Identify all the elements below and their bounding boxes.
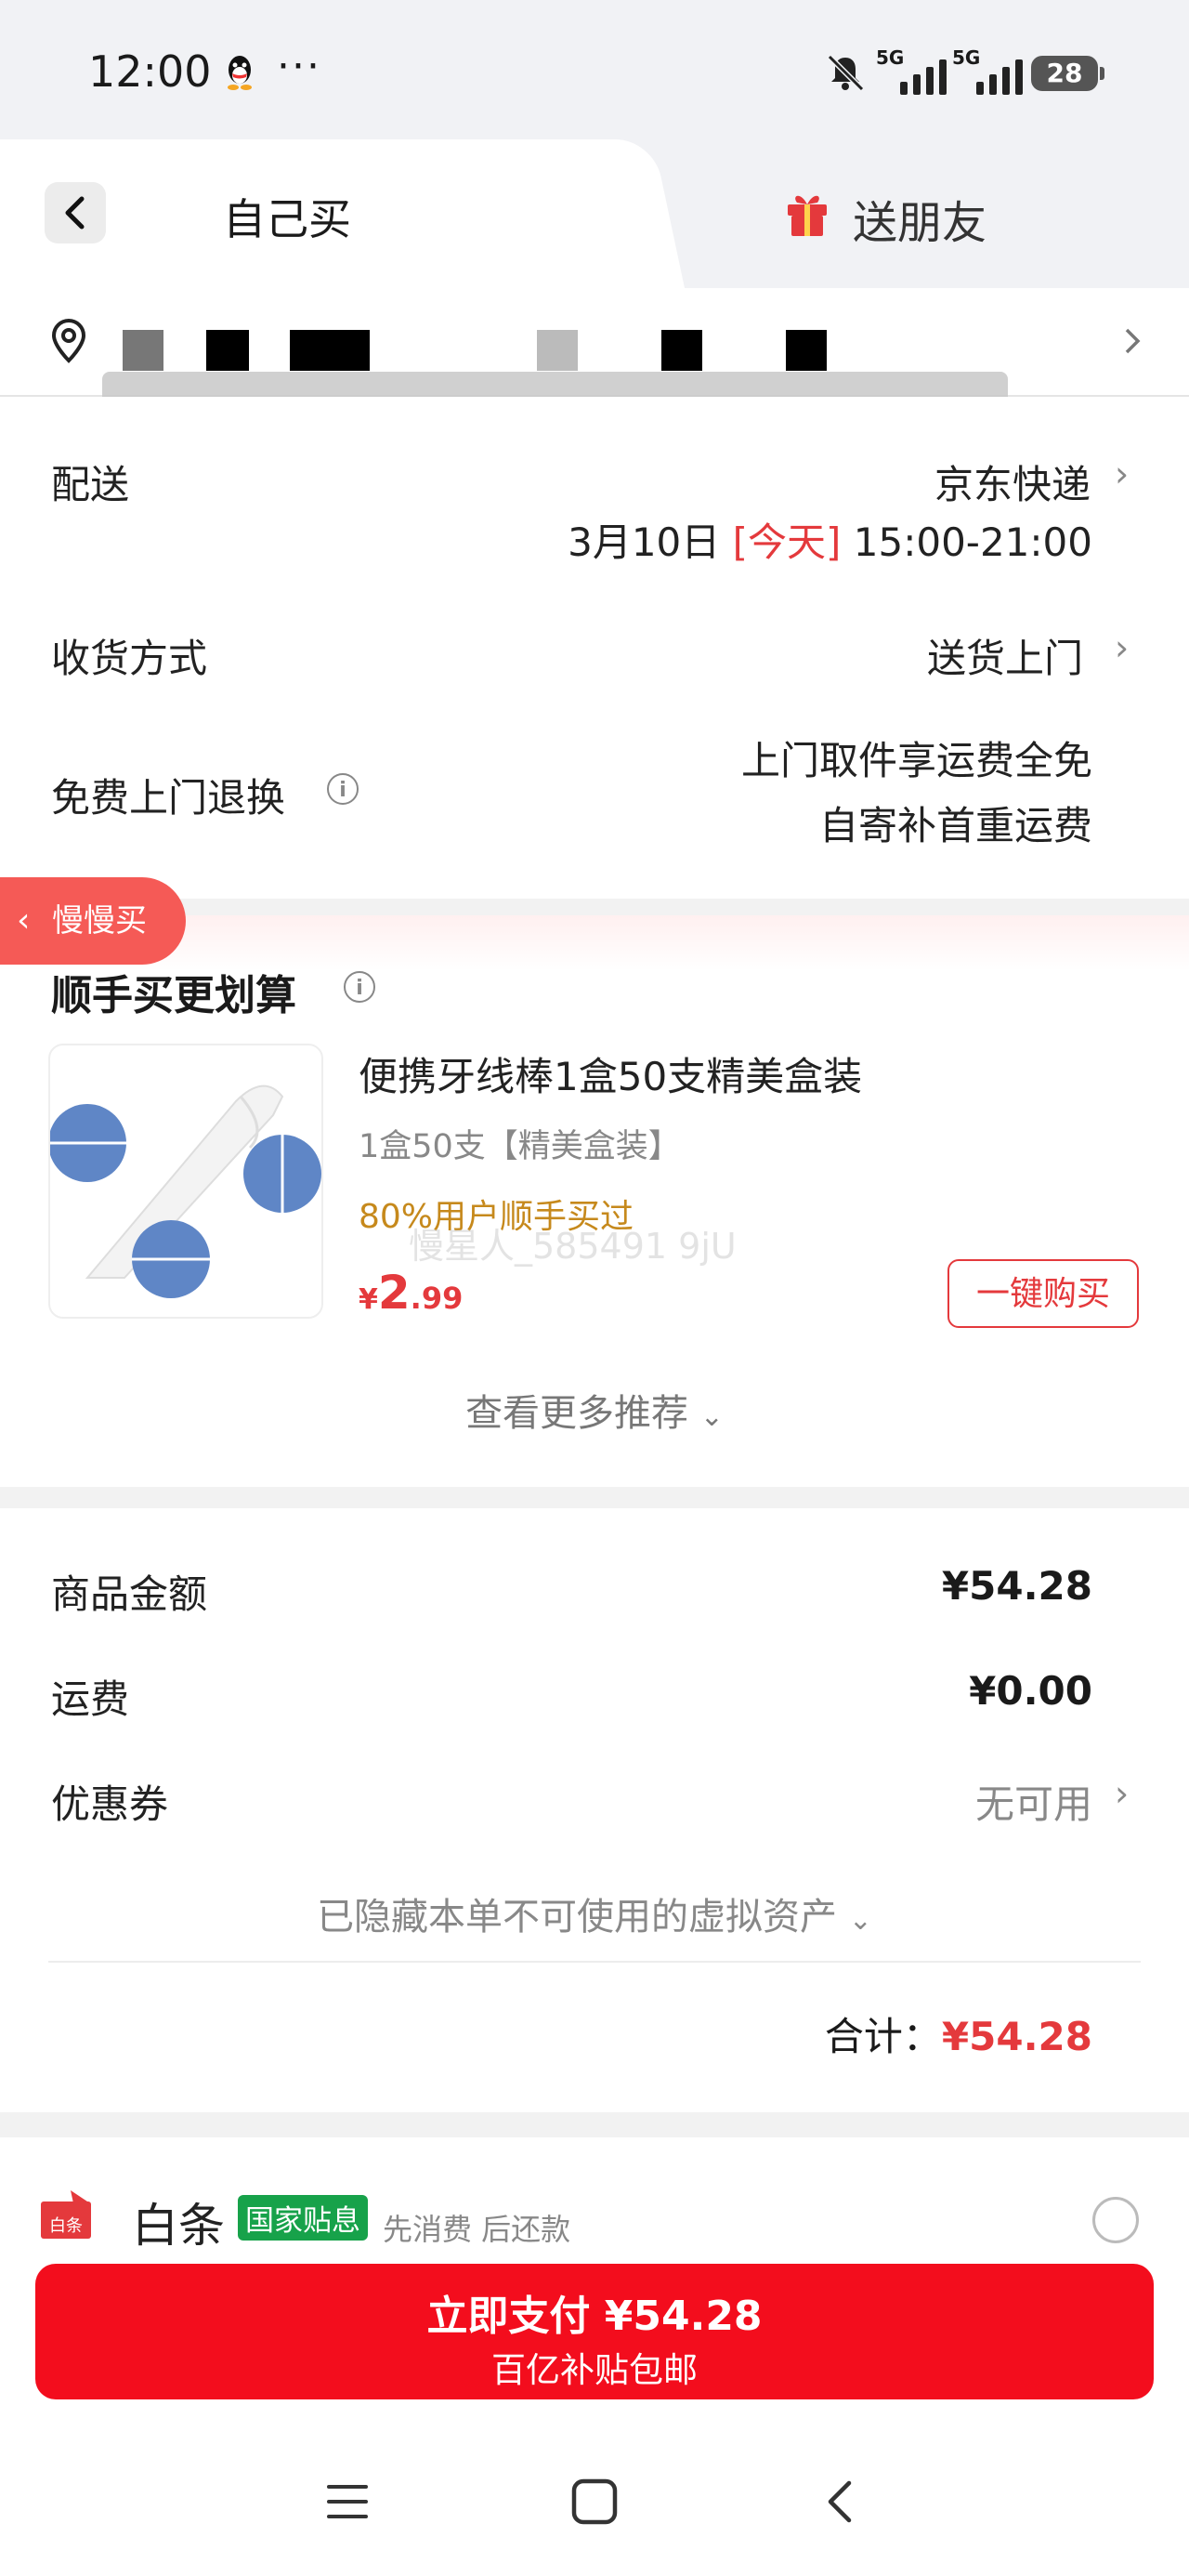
- hidden-assets-label: 已隐藏本单不可使用的虚拟资产: [317, 1896, 838, 1939]
- svg-text:白条: 白条: [49, 2216, 83, 2236]
- receive-method-label: 收货方式: [51, 636, 208, 681]
- chevron-down-icon: ⌄: [699, 1400, 724, 1433]
- address-redacted: [661, 330, 702, 371]
- shipping-value: ¥0.00: [969, 1668, 1092, 1714]
- recommend-title: 顺手买更划算: [51, 972, 296, 1019]
- address-redacted: [206, 330, 249, 371]
- back-nav-icon[interactable]: [821, 2477, 858, 2526]
- home-icon[interactable]: [570, 2477, 619, 2526]
- signal-icon: 5G: [952, 46, 1025, 95]
- tab-self-buy-label[interactable]: 自己买: [223, 186, 351, 247]
- delivery-today: [今天]: [732, 519, 842, 565]
- chevron-right-icon: ›: [1115, 453, 1130, 494]
- product-spec: 1盒50支【精美盒装】: [359, 1128, 681, 1165]
- delivery-date: 3月10日: [568, 519, 721, 565]
- hidden-assets-toggle[interactable]: 已隐藏本单不可使用的虚拟资产 ⌄: [0, 1886, 1189, 1940]
- goods-amount-value: ¥54.28: [941, 1563, 1092, 1609]
- coupon-label: 优惠券: [51, 1781, 169, 1827]
- shipping-label: 运费: [51, 1676, 130, 1722]
- divider: [48, 1961, 1141, 1963]
- battery-icon: 28: [1031, 56, 1104, 91]
- see-more-recommendations[interactable]: 查看更多推荐 ⌄: [0, 1383, 1189, 1437]
- chevron-right-icon: ›: [1115, 627, 1130, 668]
- menu-icon[interactable]: [325, 2481, 370, 2522]
- gift-icon: [788, 195, 827, 236]
- chevron-right-icon: [1125, 328, 1141, 354]
- info-icon[interactable]: i: [327, 773, 359, 805]
- total-value: ¥54.28: [941, 2014, 1092, 2059]
- baitiao-logo-icon: 白条: [41, 2190, 91, 2239]
- free-return-label: 免费上门退换: [51, 775, 286, 821]
- pay-now-label: 立即支付 ¥54.28: [426, 2293, 763, 2340]
- free-return-line1: 上门取件享运费全免: [740, 738, 1092, 783]
- address-redacted: [290, 330, 370, 371]
- signal-icon: 5G: [876, 46, 948, 95]
- chevron-right-icon: ›: [1115, 1773, 1130, 1814]
- slow-buy-button[interactable]: ‹ 慢慢买: [0, 877, 186, 965]
- status-time: 12:00: [88, 46, 212, 97]
- back-button[interactable]: [45, 182, 106, 243]
- slow-buy-label: 慢慢买: [52, 902, 147, 940]
- one-click-buy-button[interactable]: 一键购买: [947, 1259, 1139, 1328]
- chevron-left-icon: ‹: [17, 901, 31, 940]
- price-dec: .99: [410, 1281, 464, 1316]
- pay-later-text: 先消费 后还款: [383, 2212, 571, 2247]
- price-symbol: ¥: [359, 1283, 378, 1316]
- product-price: ¥2.99: [359, 1266, 463, 1320]
- pay-subsidy-label: 百亿补贴包邮: [491, 2350, 698, 2390]
- see-more-label: 查看更多推荐: [465, 1392, 689, 1435]
- total-label: 合计：: [824, 2014, 942, 2059]
- delivery-time-range: 15:00-21:00: [853, 519, 1092, 565]
- product-image[interactable]: [48, 1044, 323, 1319]
- delivery-label: 配送: [51, 462, 130, 507]
- mute-icon: [827, 54, 865, 92]
- total: 合计：¥54.28: [825, 2005, 1092, 2062]
- tab-gift-friend[interactable]: 送朋友: [853, 186, 986, 251]
- info-icon[interactable]: i: [344, 971, 375, 1003]
- address-redacted: [123, 330, 163, 371]
- gov-subsidy-badge: 国家贴息: [238, 2195, 368, 2241]
- chevron-down-icon: ⌄: [848, 1904, 872, 1937]
- qq-icon: [228, 56, 252, 90]
- baitiao-label[interactable]: 白条: [132, 2188, 225, 2255]
- address-redacted: [537, 330, 578, 371]
- receive-method-value[interactable]: 送货上门: [927, 627, 1083, 684]
- floss-pick-image: [48, 1084, 321, 1298]
- price-int: 2: [377, 1266, 411, 1320]
- coupon-value[interactable]: 无可用: [975, 1773, 1092, 1830]
- chevron-left-icon: [65, 196, 85, 230]
- more-notifications-icon: ···: [277, 43, 321, 90]
- watermark: 慢星人_585491 9jU: [409, 1226, 737, 1267]
- baitiao-radio[interactable]: [1092, 2197, 1139, 2243]
- delivery-time[interactable]: 3月10日 [今天] 15:00-21:00: [568, 511, 1092, 568]
- address-redacted: [786, 330, 827, 371]
- location-pin-icon: [51, 319, 86, 363]
- product-name[interactable]: 便携牙线棒1盒50支精美盒装: [359, 1045, 862, 1102]
- free-return-line2: 自寄补首重运费: [818, 803, 1092, 848]
- pay-now-button[interactable]: 立即支付 ¥54.28 百亿补贴包邮: [35, 2264, 1154, 2399]
- goods-amount-label: 商品金额: [51, 1571, 208, 1617]
- delivery-carrier[interactable]: 京东快递: [934, 453, 1091, 510]
